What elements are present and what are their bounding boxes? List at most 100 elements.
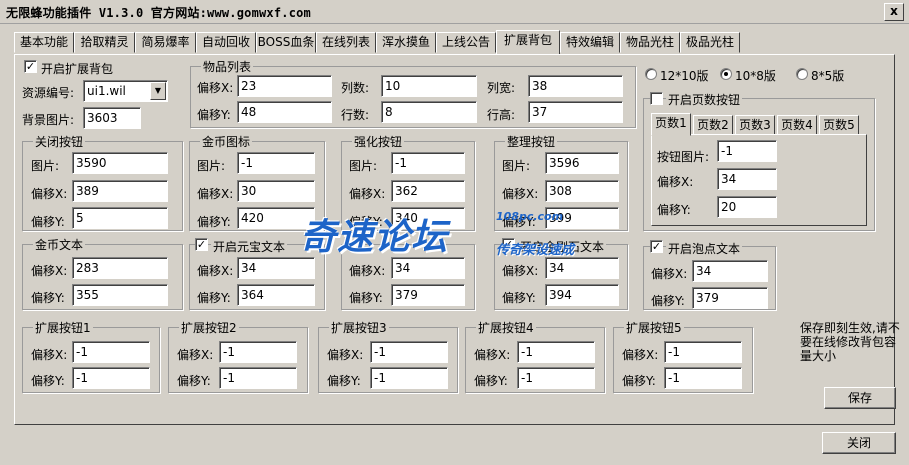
tab-boss-hp[interactable]: BOSS血条	[256, 32, 316, 53]
tab-extend-bag[interactable]: 扩展背包	[496, 30, 560, 54]
gold-text-x-input[interactable]: 283	[72, 257, 168, 279]
ext5-x-input[interactable]: -1	[664, 341, 742, 363]
bubble-y-input[interactable]: 379	[692, 287, 768, 309]
tab-page-4[interactable]: 页数4	[777, 115, 817, 135]
enhance-y-label: 偏移Y:	[349, 215, 383, 229]
ext2-x-input[interactable]: -1	[219, 341, 297, 363]
ext4-x-label: 偏移X:	[474, 348, 511, 362]
sort-y-label: 偏移Y:	[502, 215, 536, 229]
enhance-y-input[interactable]: 340	[391, 207, 465, 229]
ext4-y-label: 偏移Y:	[474, 374, 508, 388]
close-img-input[interactable]: 3590	[72, 152, 168, 174]
enhance-img-input[interactable]: -1	[391, 152, 465, 174]
close-img-label: 图片:	[31, 159, 60, 173]
radio-10x8[interactable]	[720, 68, 732, 80]
enable-extend-bag-label: 开启扩展背包	[41, 62, 114, 76]
ext3-y-label: 偏移Y:	[327, 374, 361, 388]
tab-effect-edit[interactable]: 特效编辑	[560, 32, 620, 53]
yuanbao-text-title: 开启元宝文本	[211, 238, 288, 255]
third-y-input[interactable]: 379	[391, 284, 465, 306]
close-button-group-title: 关闭按钮	[33, 133, 86, 150]
ext-button-5-title: 扩展按钮5	[624, 319, 684, 336]
item-offset-y-label: 偏移Y:	[197, 108, 231, 122]
gold-icon-y-label: 偏移Y:	[197, 215, 231, 229]
tab-item-beam[interactable]: 物品光柱	[620, 32, 680, 53]
tab-page-5[interactable]: 页数5	[819, 115, 859, 135]
fourth-text-checkbox[interactable]: ✓	[502, 238, 515, 251]
close-button[interactable]: 关闭	[822, 432, 896, 454]
rows-input[interactable]: 8	[381, 101, 477, 123]
gold-text-y-input[interactable]: 355	[72, 284, 168, 306]
enable-page-button-checkbox[interactable]	[650, 92, 663, 105]
tab-login-notice[interactable]: 上线公告	[436, 32, 496, 53]
ext3-y-input[interactable]: -1	[370, 367, 448, 389]
item-offset-x-input[interactable]: 23	[237, 75, 332, 97]
ext4-y-input[interactable]: -1	[517, 367, 595, 389]
item-offset-y-input[interactable]: 48	[237, 101, 332, 123]
radio-8x5[interactable]	[796, 68, 808, 80]
row-height-input[interactable]: 37	[528, 101, 623, 123]
gold-icon-img-input[interactable]: -1	[237, 152, 315, 174]
ext2-y-input[interactable]: -1	[219, 367, 297, 389]
col-width-input[interactable]: 38	[528, 75, 623, 97]
bubble-text-checkbox[interactable]: ✓	[650, 240, 663, 253]
yuanbao-x-input[interactable]: 34	[237, 257, 315, 279]
gold-icon-img-label: 图片:	[197, 159, 226, 173]
bubble-y-label: 偏移Y:	[651, 294, 685, 308]
ext5-x-label: 偏移X:	[622, 348, 659, 362]
ext1-y-input[interactable]: -1	[72, 367, 150, 389]
sort-img-input[interactable]: 3596	[545, 152, 619, 174]
page-tabs: 页数1 页数2 页数3 页数4 页数5	[651, 113, 867, 136]
ext3-x-input[interactable]: -1	[370, 341, 448, 363]
yuanbao-y-input[interactable]: 364	[237, 284, 315, 306]
save-button[interactable]: 保存	[824, 387, 896, 409]
row-height-label: 行高:	[487, 108, 516, 122]
close-x-input[interactable]: 389	[72, 180, 168, 202]
gold-text-y-label: 偏移Y:	[31, 291, 65, 305]
chevron-down-icon[interactable]: ▼	[150, 82, 166, 100]
tab-recycle[interactable]: 自动回收	[196, 32, 256, 53]
tab-page-3[interactable]: 页数3	[735, 115, 775, 135]
enable-page-button-label: 开启页数按钮	[666, 91, 743, 108]
ext4-x-input[interactable]: -1	[517, 341, 595, 363]
bubble-x-input[interactable]: 34	[692, 260, 768, 282]
gold-icon-y-input[interactable]: 420	[237, 207, 315, 229]
tab-rare-beam[interactable]: 极品光柱	[680, 32, 740, 53]
tab-page-1[interactable]: 页数1	[651, 113, 691, 136]
sort-x-label: 偏移X:	[502, 187, 539, 201]
enhance-x-input[interactable]: 362	[391, 180, 465, 202]
ext1-x-input[interactable]: -1	[72, 341, 150, 363]
page-img-input[interactable]: -1	[717, 140, 777, 162]
sort-y-input[interactable]: 399	[545, 207, 619, 229]
ext-button-2-title: 扩展按钮2	[179, 319, 239, 336]
ext5-y-input[interactable]: -1	[664, 367, 742, 389]
tab-page-2[interactable]: 页数2	[693, 115, 733, 135]
radio-12x10[interactable]	[645, 68, 657, 80]
page-x-input[interactable]: 34	[717, 168, 777, 190]
fourth-y-input[interactable]: 394	[545, 284, 619, 306]
page-y-input[interactable]: 20	[717, 196, 777, 218]
item-list-title: 物品列表	[201, 58, 254, 75]
tab-online-list[interactable]: 在线列表	[316, 32, 376, 53]
tab-fishing[interactable]: 浑水摸鱼	[376, 32, 436, 53]
window-close-button[interactable]: x	[884, 3, 904, 21]
third-x-input[interactable]: 34	[391, 257, 465, 279]
resource-select[interactable]: ui1.wil ▼	[83, 80, 168, 102]
window-title: 无限蜂功能插件 V1.3.0 官方网站:www.gomwxf.com	[6, 6, 311, 20]
bg-image-input[interactable]: 3603	[83, 107, 141, 129]
ext-button-4-title: 扩展按钮4	[476, 319, 536, 336]
fourth-x-label: 偏移X:	[502, 264, 539, 278]
sort-x-input[interactable]: 308	[545, 180, 619, 202]
gold-icon-x-input[interactable]: 30	[237, 180, 315, 202]
resource-value: ui1.wil	[87, 84, 126, 98]
fourth-x-input[interactable]: 34	[545, 257, 619, 279]
tab-droprate[interactable]: 简易爆率	[135, 32, 196, 53]
radio-8x5-label: 8*5版	[811, 69, 845, 83]
tab-basic[interactable]: 基本功能	[14, 32, 74, 53]
yuanbao-text-checkbox[interactable]: ✓	[195, 238, 208, 251]
cols-input[interactable]: 10	[381, 75, 477, 97]
close-y-input[interactable]: 5	[72, 207, 168, 229]
tab-pickup[interactable]: 拾取精灵	[74, 32, 135, 53]
enable-extend-bag-checkbox[interactable]: ✓	[24, 60, 37, 73]
bubble-x-label: 偏移X:	[651, 267, 688, 281]
